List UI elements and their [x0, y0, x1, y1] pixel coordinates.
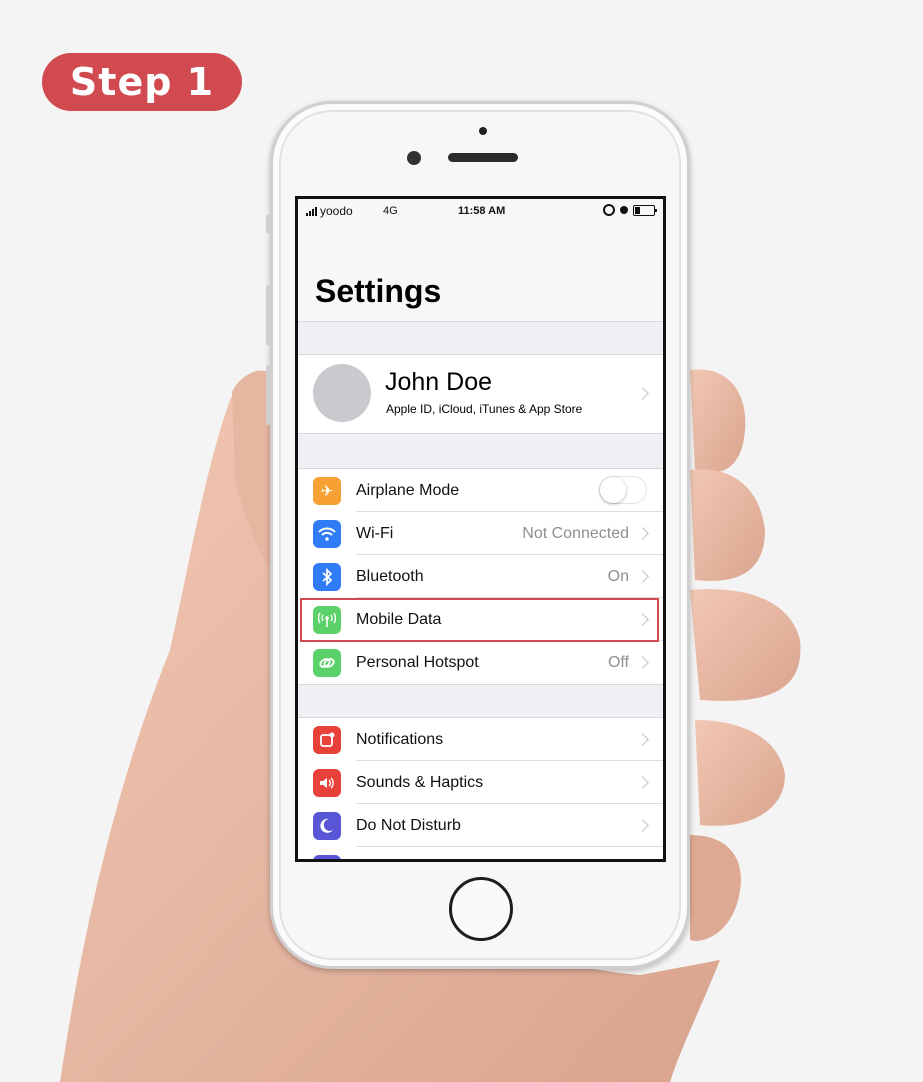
row-label: Airplane Mode: [356, 482, 460, 499]
carrier-name: yoodo: [320, 204, 353, 218]
row-notifications[interactable]: Notifications: [298, 718, 663, 761]
nav-header: Settings: [298, 221, 663, 322]
notifications-group: Notifications Sounds & Haptics Do Not Di…: [298, 717, 663, 859]
rotation-lock-icon: [603, 204, 615, 216]
speaker-icon: [313, 769, 341, 797]
front-camera: [407, 151, 421, 165]
wifi-icon: [313, 520, 341, 548]
chevron-right-icon: [636, 527, 649, 540]
airplane-icon: ✈: [313, 477, 341, 505]
antenna-icon: [313, 606, 341, 634]
profile-subtitle: Apple ID, iCloud, iTunes & App Store: [386, 402, 583, 416]
row-value: On: [607, 568, 629, 585]
profile-name: John Doe: [385, 368, 493, 396]
status-bar: yoodo 4G 11:58 AM: [298, 199, 663, 221]
chevron-right-icon: [636, 613, 649, 626]
row-label: Mobile Data: [356, 611, 442, 628]
home-button[interactable]: [449, 877, 513, 941]
row-label: Wi-Fi: [356, 525, 394, 542]
chevron-right-icon: [636, 733, 649, 746]
row-mobile-data[interactable]: Mobile Data: [298, 598, 663, 642]
side-button: [266, 215, 270, 233]
row-value: Not Connected: [522, 525, 629, 542]
row-label: Bluetooth: [356, 568, 424, 585]
battery-icon: [633, 204, 657, 216]
highlight-box: [300, 598, 659, 642]
row-personal-hotspot[interactable]: Personal Hotspot Off: [298, 641, 663, 684]
volume-down-button: [266, 365, 270, 425]
chevron-right-icon: [636, 570, 649, 583]
moon-icon: [313, 812, 341, 840]
chevron-right-icon: [636, 387, 649, 400]
chevron-right-icon: [636, 656, 649, 669]
row-label: Do Not Disturb: [356, 817, 461, 834]
signal-icon: [306, 206, 317, 216]
row-label: Sounds & Haptics: [356, 774, 484, 791]
row-label: Notifications: [356, 731, 444, 748]
avatar: [313, 364, 371, 422]
proximity-sensor: [479, 127, 487, 135]
airplane-mode-toggle[interactable]: [599, 476, 647, 504]
chevron-right-icon: [636, 819, 649, 832]
phone-screen: yoodo 4G 11:58 AM Settings John Doe Appl…: [295, 196, 666, 862]
row-airplane-mode[interactable]: ✈ Airplane Mode: [298, 469, 663, 512]
alarm-icon: [620, 206, 628, 214]
row-label: Personal Hotspot: [356, 654, 479, 671]
row-partial[interactable]: [298, 847, 663, 859]
earpiece-speaker: [448, 153, 518, 162]
hotspot-link-icon: [313, 649, 341, 677]
clock: 11:58 AM: [458, 205, 506, 217]
page-title: Settings: [315, 273, 442, 309]
connectivity-group: ✈ Airplane Mode Wi-Fi Not Connected Blue…: [298, 468, 663, 685]
row-sounds-haptics[interactable]: Sounds & Haptics: [298, 761, 663, 804]
volume-up-button: [266, 285, 270, 345]
row-value: Off: [607, 654, 629, 671]
notifications-icon: [313, 726, 341, 754]
apple-id-row[interactable]: John Doe Apple ID, iCloud, iTunes & App …: [298, 354, 663, 434]
network-type: 4G: [383, 205, 398, 217]
row-wifi[interactable]: Wi-Fi Not Connected: [298, 512, 663, 555]
row-bluetooth[interactable]: Bluetooth On: [298, 555, 663, 598]
bluetooth-icon: [313, 563, 341, 591]
row-do-not-disturb[interactable]: Do Not Disturb: [298, 804, 663, 847]
chevron-right-icon: [636, 776, 649, 789]
screen-time-icon: [313, 855, 341, 859]
